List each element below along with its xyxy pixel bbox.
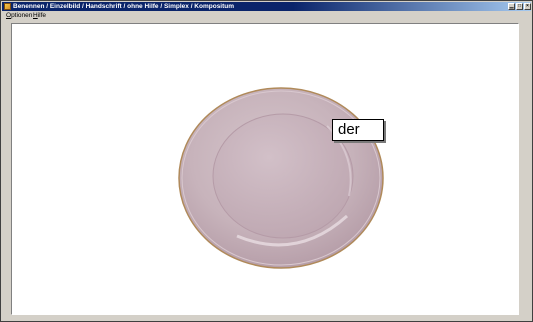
menu-optionen[interactable]: Optionen	[4, 11, 34, 21]
menu-hilfe-label: ilfe	[37, 12, 47, 19]
close-button[interactable]: ×	[524, 3, 531, 10]
word-label[interactable]: der	[332, 119, 384, 141]
app-icon[interactable]	[4, 3, 11, 10]
plate-icon	[178, 87, 384, 269]
menu-bar: Optionen Hilfe	[2, 11, 531, 21]
menu-hilfe[interactable]: Hilfe	[31, 11, 48, 21]
app-window: Benennen / Einzelbild / Handschrift / oh…	[0, 0, 533, 322]
window-title: Benennen / Einzelbild / Handschrift / oh…	[13, 3, 235, 10]
title-bar[interactable]: Benennen / Einzelbild / Handschrift / oh…	[2, 2, 531, 11]
picture-area: der	[11, 23, 519, 315]
menu-optionen-label: ptionen	[11, 12, 33, 19]
maximize-button[interactable]: □	[516, 3, 523, 10]
minimize-button[interactable]: ▁	[508, 3, 515, 10]
